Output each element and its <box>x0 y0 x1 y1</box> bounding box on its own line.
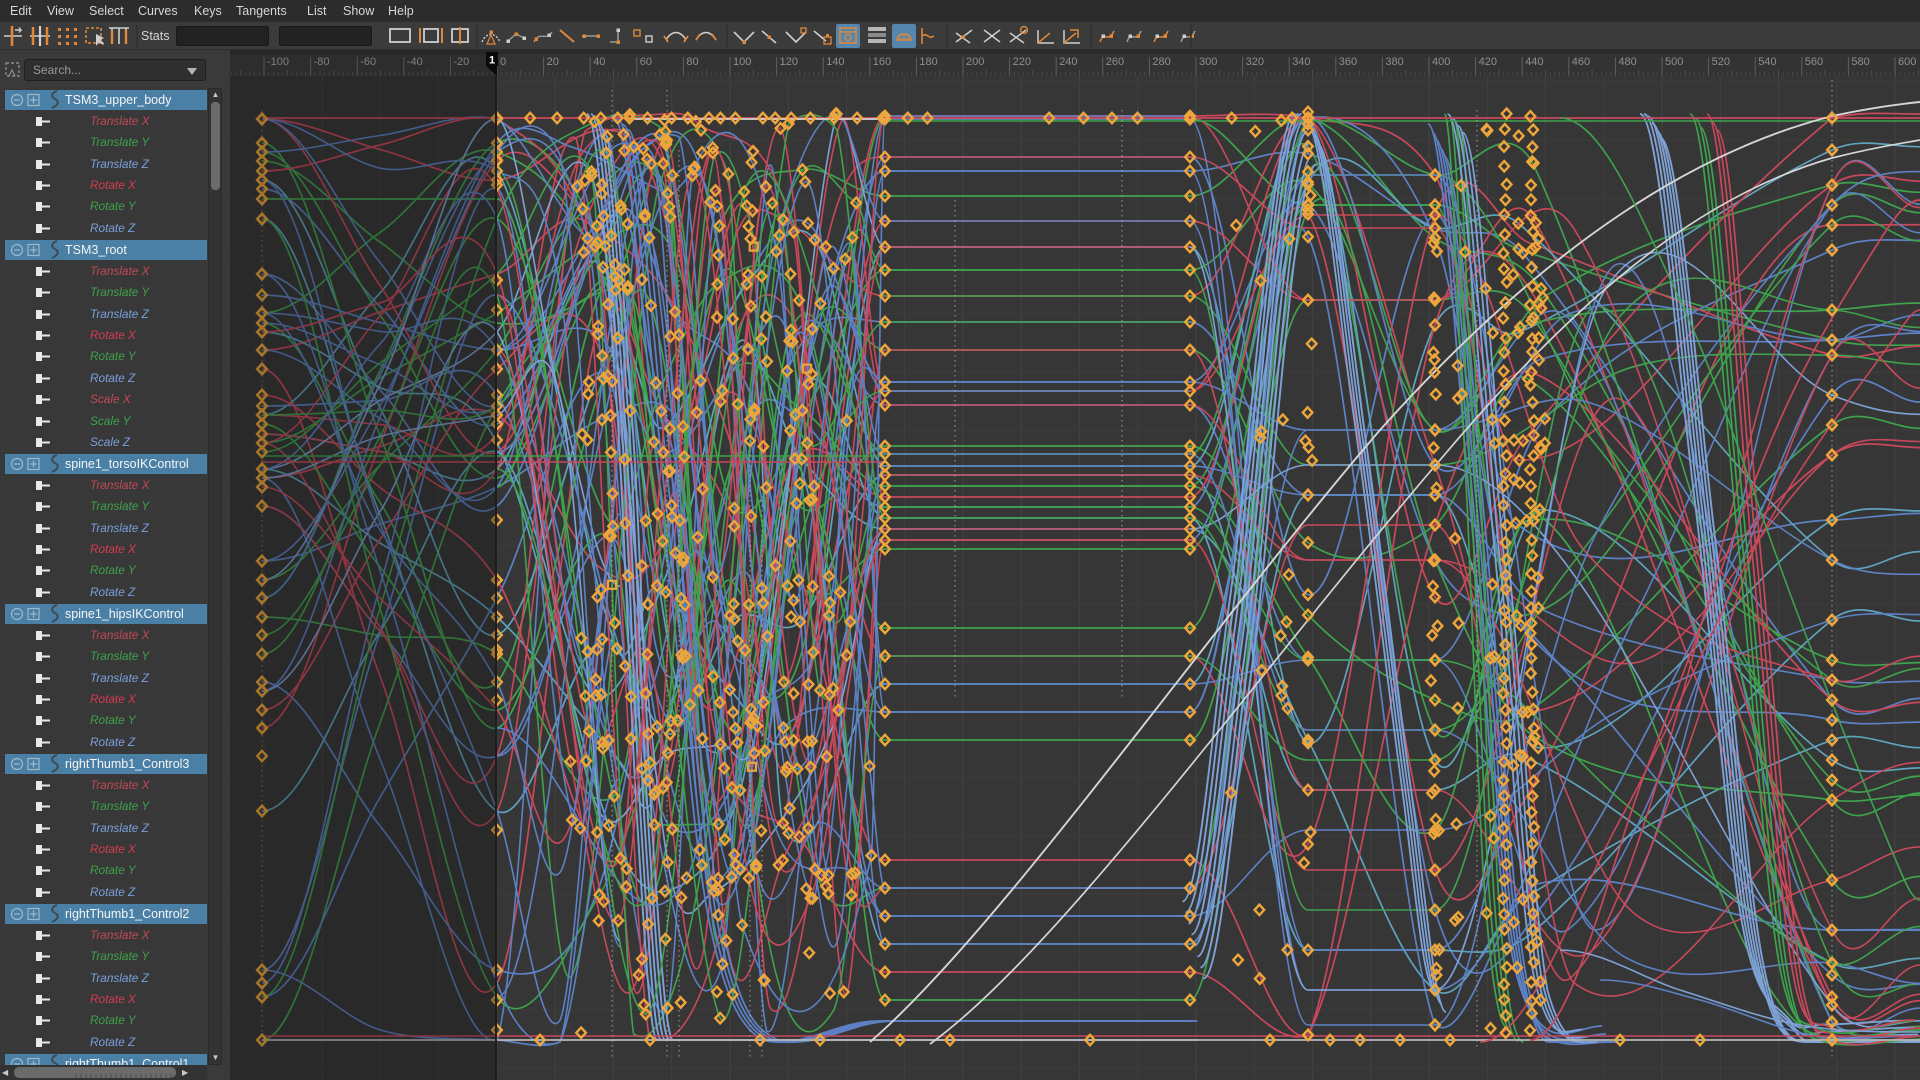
svg-text:520: 520 <box>1712 56 1730 68</box>
svg-text:0: 0 <box>500 56 506 68</box>
svg-text:60: 60 <box>640 56 652 68</box>
svg-text:480: 480 <box>1618 56 1636 68</box>
svg-text:20: 20 <box>547 56 559 68</box>
svg-text:420: 420 <box>1479 56 1497 68</box>
svg-text:580: 580 <box>1851 56 1869 68</box>
svg-text:300: 300 <box>1199 56 1217 68</box>
svg-text:80: 80 <box>686 56 698 68</box>
svg-text:340: 340 <box>1292 56 1310 68</box>
svg-text:560: 560 <box>1805 56 1823 68</box>
svg-text:120: 120 <box>780 56 798 68</box>
svg-text:200: 200 <box>966 56 984 68</box>
svg-text:260: 260 <box>1106 56 1124 68</box>
svg-text:600: 600 <box>1898 56 1916 68</box>
svg-text:1: 1 <box>489 55 495 67</box>
svg-text:380: 380 <box>1385 56 1403 68</box>
svg-text:320: 320 <box>1246 56 1264 68</box>
svg-text:160: 160 <box>873 56 891 68</box>
svg-text:40: 40 <box>593 56 605 68</box>
svg-text:140: 140 <box>826 56 844 68</box>
svg-text:100: 100 <box>733 56 751 68</box>
svg-text:220: 220 <box>1013 56 1031 68</box>
svg-text:500: 500 <box>1665 56 1683 68</box>
svg-text:400: 400 <box>1432 56 1450 68</box>
svg-text:240: 240 <box>1059 56 1077 68</box>
svg-text:360: 360 <box>1339 56 1357 68</box>
svg-text:460: 460 <box>1572 56 1590 68</box>
svg-text:540: 540 <box>1758 56 1776 68</box>
svg-text:280: 280 <box>1152 56 1170 68</box>
svg-text:440: 440 <box>1525 56 1543 68</box>
svg-text:180: 180 <box>919 56 937 68</box>
